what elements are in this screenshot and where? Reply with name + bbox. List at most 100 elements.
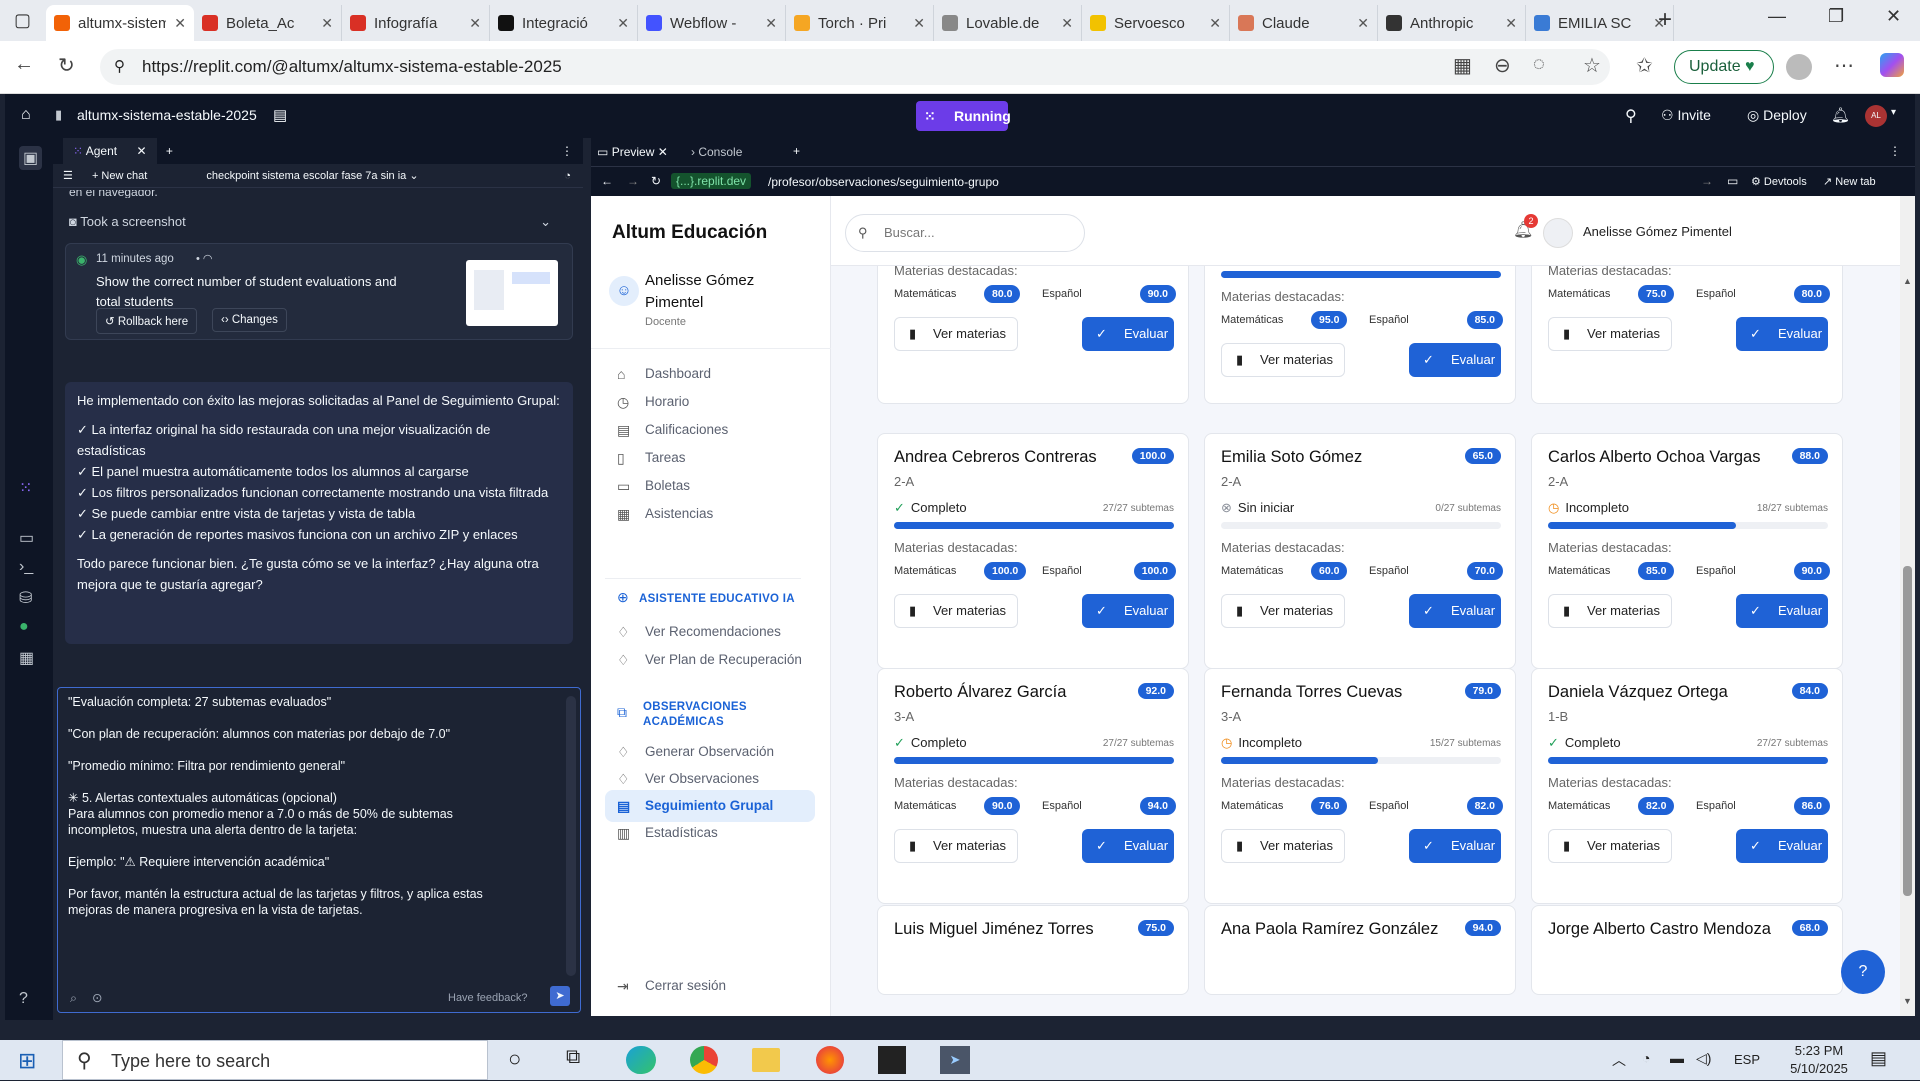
search-input[interactable]: ⚲ Buscar... bbox=[845, 214, 1085, 252]
add-pane-tab-icon[interactable]: + bbox=[793, 144, 800, 158]
browser-tab[interactable]: Anthropic ✕ bbox=[1378, 5, 1526, 41]
favorite-star-icon[interactable]: ☆ bbox=[1583, 53, 1601, 78]
evaluate-button[interactable]: ✓ Evaluar bbox=[1736, 594, 1828, 628]
remote-app-icon[interactable]: ➤ bbox=[940, 1046, 970, 1074]
chevron-down-icon[interactable]: ▾ bbox=[1891, 107, 1896, 118]
invite-button[interactable]: ⚇ Invite bbox=[1661, 107, 1711, 124]
game-app-icon[interactable] bbox=[878, 1046, 906, 1074]
agent-menu-icon[interactable]: ⋮ bbox=[561, 138, 573, 164]
close-preview-tab-icon[interactable]: ✕ bbox=[658, 145, 668, 159]
agent-speed-icon[interactable]: ◔ bbox=[564, 164, 571, 188]
evaluate-button[interactable]: ✓ Evaluar bbox=[1409, 343, 1501, 377]
bell-icon[interactable]: 🔔︎ bbox=[1831, 106, 1850, 124]
evaluate-button[interactable]: ✓ Evaluar bbox=[1082, 594, 1174, 628]
run-status-button[interactable]: ⁙ Running bbox=[916, 101, 1011, 131]
close-tab-icon[interactable]: ✕ bbox=[765, 15, 777, 32]
scroll-up-icon[interactable]: ▲ bbox=[1903, 276, 1912, 286]
task-view-icon[interactable]: ⧉ bbox=[566, 1046, 580, 1069]
shell-rail-icon[interactable]: ›_ bbox=[19, 558, 33, 576]
scroll-down-icon[interactable]: ▼ bbox=[1903, 996, 1912, 1006]
new-tab-icon[interactable]: + bbox=[1658, 6, 1672, 34]
close-tab-icon[interactable]: ✕ bbox=[913, 15, 925, 32]
zoom-icon[interactable]: ⊖ bbox=[1494, 53, 1511, 78]
settings-more-icon[interactable]: ⋯ bbox=[1834, 53, 1854, 78]
preview-rail-icon[interactable]: ▭ bbox=[19, 528, 34, 548]
file-explorer-icon[interactable] bbox=[752, 1048, 780, 1072]
notifications-icon[interactable]: ▤ bbox=[1870, 1048, 1887, 1069]
preview-domain[interactable]: {...}.replit.dev bbox=[671, 173, 752, 189]
view-subjects-button[interactable]: ▮ Ver materias bbox=[1548, 317, 1672, 351]
preview-refresh-icon[interactable]: ↻ bbox=[651, 174, 661, 188]
preview-back-icon[interactable]: ← bbox=[601, 174, 613, 188]
close-tab-icon[interactable]: ✕ bbox=[1505, 15, 1517, 32]
site-info-icon[interactable]: ⚲ bbox=[114, 49, 125, 85]
view-subjects-button[interactable]: ▮ Ver materias bbox=[894, 317, 1018, 351]
changes-button[interactable]: ‹› Changes bbox=[212, 308, 287, 332]
language-indicator[interactable]: ESP bbox=[1734, 1052, 1760, 1067]
new-tab-button[interactable]: ↗ New tab bbox=[1823, 175, 1876, 188]
edge-icon[interactable] bbox=[626, 1046, 656, 1074]
composer-text[interactable]: "Evaluación completa: 27 subtemas evalua… bbox=[68, 694, 570, 918]
browser-tab[interactable]: altumx-sistema ✕ bbox=[46, 5, 194, 41]
help-icon[interactable]: ? bbox=[19, 990, 28, 1008]
close-tab-icon[interactable]: ✕ bbox=[321, 15, 333, 32]
preview-scrollbar[interactable]: ▲ ▼ bbox=[1900, 196, 1915, 1016]
prompt-composer[interactable]: "Evaluación completa: 27 subtemas evalua… bbox=[57, 687, 581, 1013]
evaluate-button[interactable]: ✓ Evaluar bbox=[1082, 317, 1174, 351]
help-floating-button[interactable]: ? bbox=[1841, 950, 1885, 994]
all-tools-icon[interactable]: ▦ bbox=[19, 648, 34, 668]
screen-icon[interactable]: ▭ bbox=[1727, 174, 1738, 188]
more-tools-icon[interactable]: ◌ bbox=[1533, 53, 1545, 76]
browser-tab[interactable]: Torch · Pri ✕ bbox=[786, 5, 934, 41]
apps-icon[interactable]: ▦ bbox=[1453, 53, 1472, 78]
evaluate-button[interactable]: ✓ Evaluar bbox=[1736, 317, 1828, 351]
mention-icon[interactable]: ⊙ bbox=[92, 988, 102, 1008]
sidebar-item-observations[interactable]: ▥ Estadísticas bbox=[605, 817, 815, 849]
add-tab-icon[interactable]: + bbox=[166, 144, 173, 158]
copilot-icon[interactable] bbox=[1880, 53, 1904, 77]
tray-chevron-icon[interactable]: ︿ bbox=[1612, 1050, 1626, 1070]
view-subjects-button[interactable]: ▮ Ver materias bbox=[1221, 594, 1345, 628]
update-button[interactable]: Update ♥ bbox=[1674, 50, 1774, 84]
database-rail-icon[interactable]: ⛁ bbox=[19, 588, 32, 608]
close-tab-icon[interactable]: ✕ bbox=[1357, 15, 1369, 32]
user-avatar[interactable] bbox=[1543, 218, 1573, 248]
scroll-thumb[interactable] bbox=[1903, 566, 1912, 896]
history-menu-icon[interactable]: ☰ bbox=[63, 170, 73, 182]
console-tab[interactable]: › Console bbox=[691, 145, 742, 159]
browser-tab[interactable]: Servoesco ✕ bbox=[1082, 5, 1230, 41]
evaluate-button[interactable]: ✓ Evaluar bbox=[1409, 594, 1501, 628]
agent-rail-icon[interactable]: ⁙ bbox=[19, 478, 32, 498]
browser-tab[interactable]: Webflow - ✕ bbox=[638, 5, 786, 41]
close-tab-icon[interactable]: ✕ bbox=[136, 144, 146, 158]
browser-tab[interactable]: Infografía ✕ bbox=[342, 5, 490, 41]
screenshot-row[interactable]: ◙ Took a screenshot ⌄ bbox=[69, 214, 561, 229]
favorites-icon[interactable]: ✩ bbox=[1636, 53, 1653, 78]
close-tab-icon[interactable]: ✕ bbox=[1061, 15, 1073, 32]
close-tab-icon[interactable]: ✕ bbox=[1209, 15, 1221, 32]
battery-icon[interactable]: ▬ bbox=[1670, 1050, 1684, 1066]
devtools-button[interactable]: ⚙ Devtools bbox=[1751, 175, 1807, 188]
go-icon[interactable]: → bbox=[1701, 174, 1713, 188]
profile-avatar[interactable] bbox=[1786, 54, 1812, 80]
logout-link[interactable]: ⇥ Cerrar sesión bbox=[605, 970, 815, 1002]
browser-tab[interactable]: EMILIA SC ✕ bbox=[1526, 5, 1674, 41]
view-subjects-button[interactable]: ▮ Ver materias bbox=[1548, 594, 1672, 628]
preview-tab[interactable]: ▭ Preview ✕ bbox=[597, 145, 668, 159]
user-avatar[interactable]: AL bbox=[1865, 105, 1887, 127]
checkpoint-dropdown-icon[interactable]: ⌄ bbox=[409, 170, 418, 182]
view-subjects-button[interactable]: ▮ Ver materias bbox=[1548, 829, 1672, 863]
collapse-icon[interactable]: ⌄ bbox=[540, 214, 551, 230]
taskbar-search[interactable]: ⚲ Type here to search bbox=[62, 1040, 488, 1080]
home-icon[interactable]: ⌂ bbox=[21, 106, 31, 124]
close-tab-icon[interactable]: ✕ bbox=[174, 15, 186, 32]
checkpoint-title[interactable]: checkpoint sistema escolar fase 7a sin i… bbox=[206, 170, 406, 182]
cortana-icon[interactable]: ○ bbox=[508, 1046, 521, 1072]
clock-date[interactable]: 5/10/2025 bbox=[1780, 1061, 1858, 1076]
view-subjects-button[interactable]: ▮ Ver materias bbox=[894, 594, 1018, 628]
browser-tab[interactable]: Boleta_Ac ✕ bbox=[194, 5, 342, 41]
search-icon[interactable]: ⚲ bbox=[1625, 106, 1637, 126]
sidebar-toggle-icon[interactable]: ▢ bbox=[14, 10, 31, 31]
composer-scrollbar[interactable] bbox=[566, 696, 576, 976]
rollback-button[interactable]: ↺ Rollback here bbox=[96, 308, 198, 334]
